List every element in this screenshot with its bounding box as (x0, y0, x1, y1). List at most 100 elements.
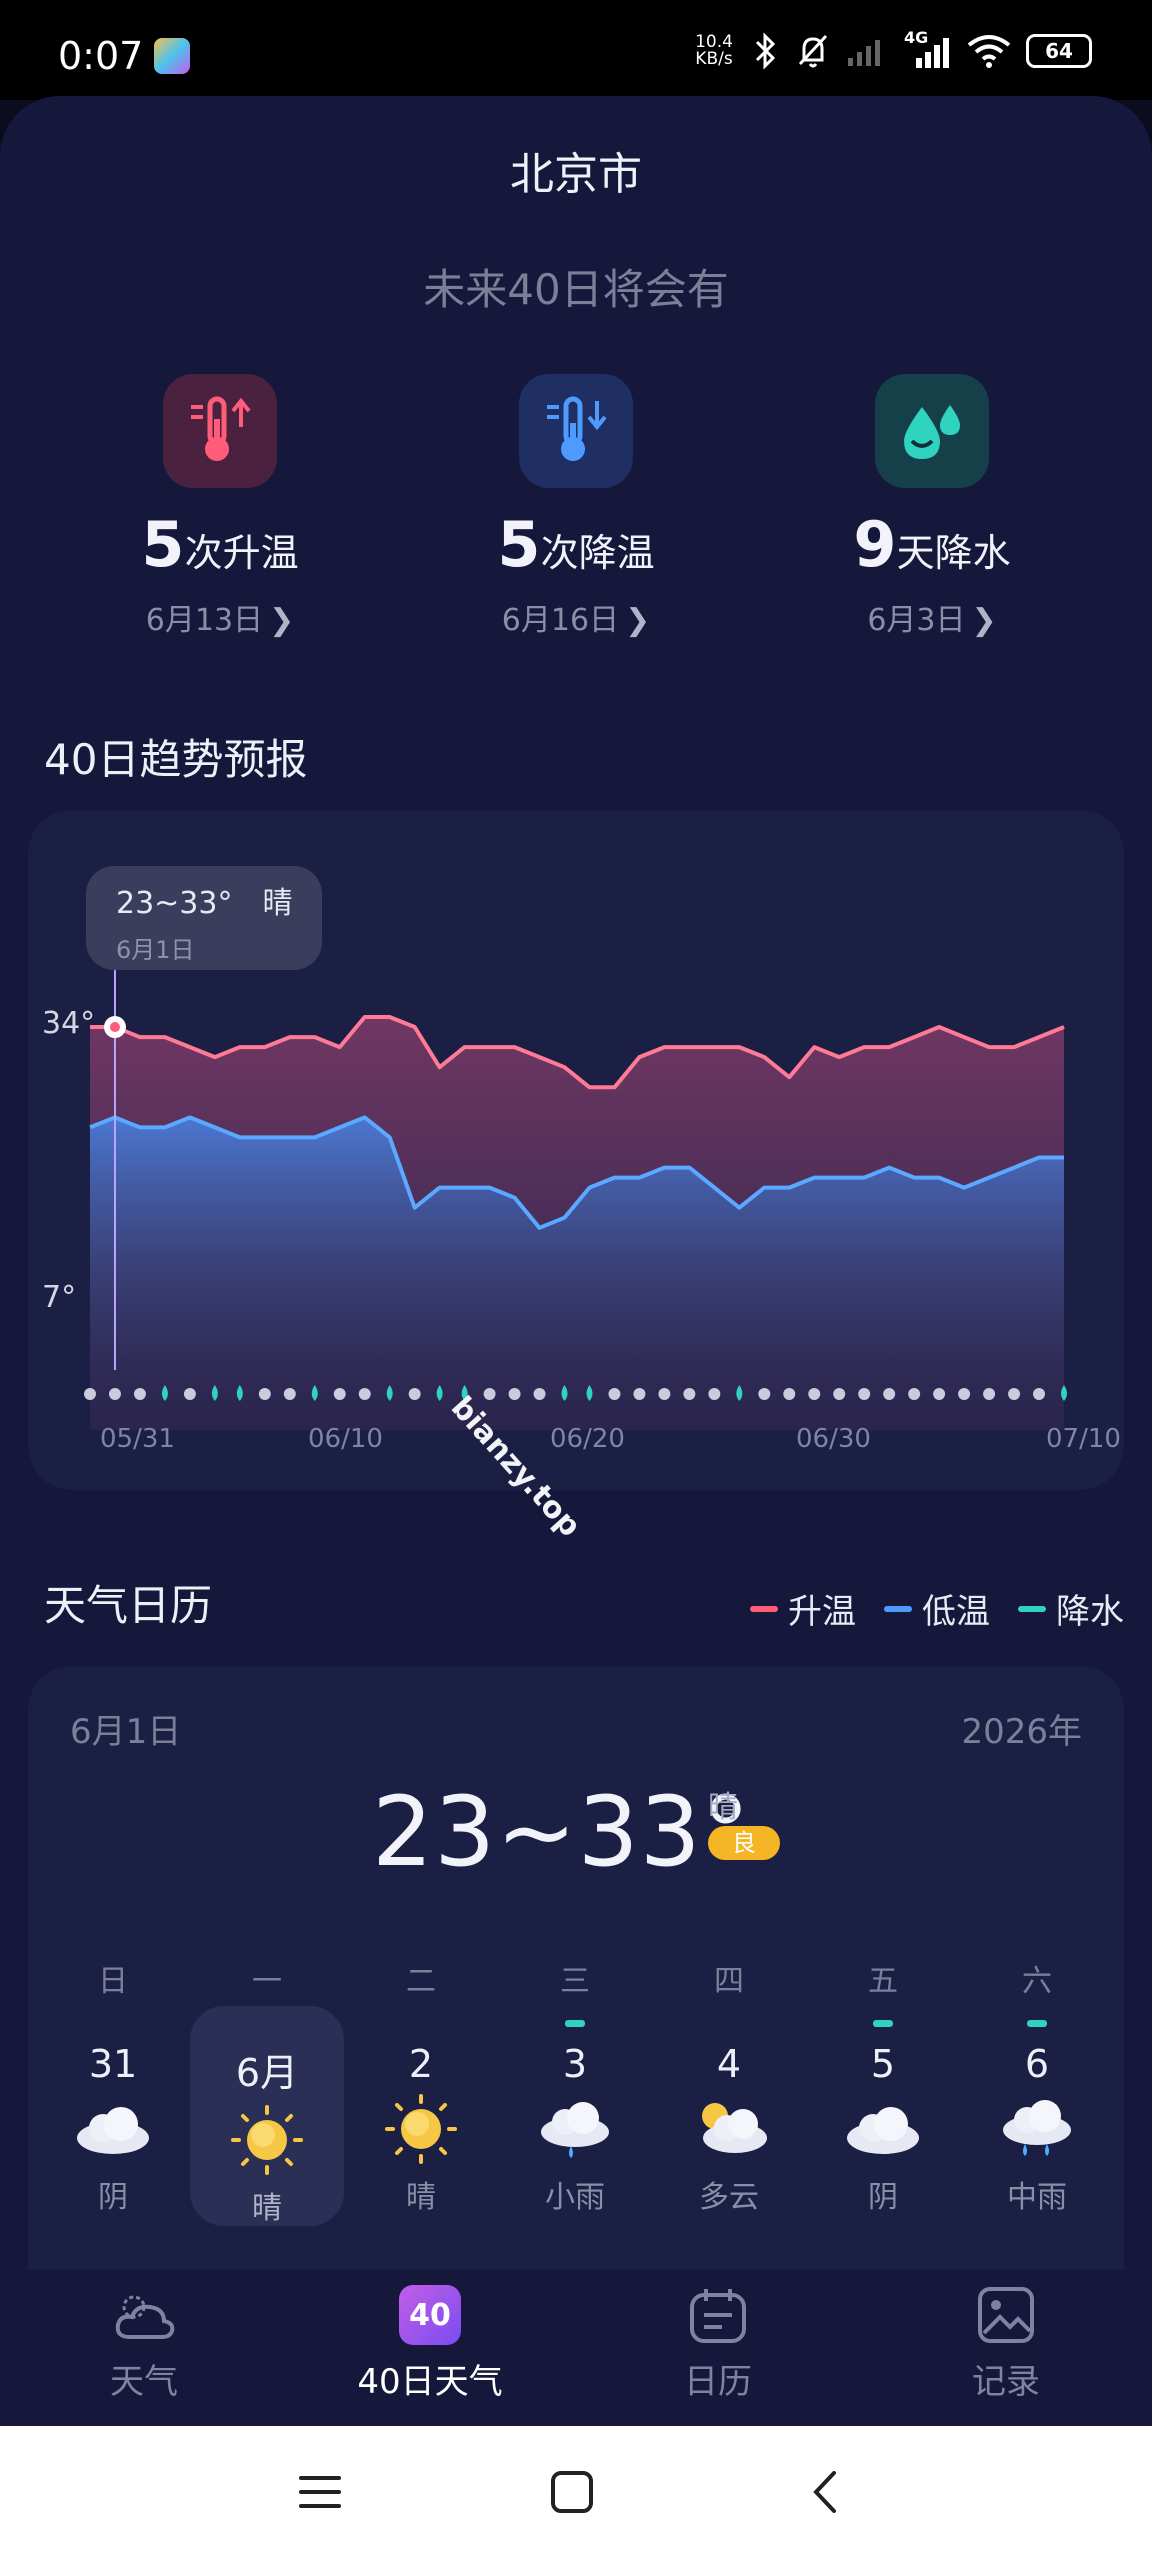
dry-day-dot (883, 1388, 896, 1400)
chevron-right-icon: ❯ (269, 603, 295, 638)
weekday-label: 二 (406, 1964, 436, 1999)
weekday-label: 三 (560, 1964, 590, 1999)
dry-day-dot (258, 1388, 271, 1400)
weekday-label: 四 (714, 1964, 744, 1999)
sun-icon (231, 2105, 303, 2175)
dry-day-dot (133, 1388, 146, 1400)
back-icon[interactable] (796, 2462, 856, 2522)
dry-day-dot (408, 1388, 421, 1400)
x-tick-label: 06/20 (550, 1424, 625, 1454)
dry-day-dot (783, 1388, 796, 1400)
dry-day-dot (1008, 1388, 1021, 1400)
nav-tab-calendar[interactable]: 日历 (618, 2280, 818, 2403)
app-notification-icon (154, 38, 190, 74)
calendar-day[interactable]: 6 中雨 (960, 2006, 1114, 2226)
x-tick-label: 06/10 (308, 1424, 383, 1454)
trend-chart-card[interactable]: 23~33° 晴 6月1日 34° 7° 05/31 06/10 06/20 06… (28, 810, 1124, 1490)
calendar-year[interactable]: 2026年 (961, 1704, 1082, 1753)
forecast-subtitle: 未来40日将会有 (423, 265, 729, 314)
y-tick-label: 34° (42, 1006, 96, 1041)
dry-day-dot (108, 1388, 121, 1400)
dry-day-dot (658, 1388, 671, 1400)
menu-icon[interactable] (290, 2462, 350, 2522)
stat-rain-days[interactable]: 9天降水 6月3日 ❯ (782, 374, 1082, 639)
selected-point-center (109, 1022, 120, 1033)
rain-indicator (873, 2020, 893, 2027)
weekday-label: 日 (98, 1964, 128, 1999)
nav-tab-40-day[interactable]: 40 40日天气 (330, 2280, 530, 2403)
signal-4g-icon: 4G (904, 28, 952, 70)
legend-item-warming: 升温 (750, 1584, 856, 1633)
calendar-selected-date: 6月1日 (70, 1712, 182, 1752)
calendar-icon (682, 2280, 754, 2350)
x-tick-label: 06/30 (796, 1424, 871, 1454)
chart-tooltip: 23~33° 晴 6月1日 (86, 866, 322, 970)
weekday-label: 五 (868, 1964, 898, 1999)
dry-day-dot (183, 1388, 196, 1400)
chevron-right-icon: ❯ (625, 603, 651, 638)
cloud-icon (77, 2107, 149, 2154)
thermometer-down-icon (519, 374, 633, 488)
calendar-day[interactable]: 31 阴 (36, 2006, 190, 2226)
rain-indicator (1027, 2020, 1047, 2027)
main-panel: 北京市 未来40日将会有 5次升温 6月13日 ❯ 5次降温 6月16日 ❯ 9… (0, 96, 1152, 2426)
battery-indicator: 64 (1026, 34, 1092, 68)
dry-day-dot (983, 1388, 996, 1400)
thermometer-up-icon (163, 374, 277, 488)
calendar-legend: 升温 低温 降水 (750, 1584, 1124, 1633)
calendar-day[interactable]: 3 小雨 (498, 2006, 652, 2226)
dry-day-dot (933, 1388, 946, 1400)
weekday-label: 一 (252, 1964, 282, 1999)
calendar-day[interactable]: 5 阴 (806, 2006, 960, 2226)
dry-day-dot (758, 1388, 771, 1400)
calendar-temp-range: 23~33° (372, 1776, 751, 1888)
trend-section-title: 40日趋势预报 (44, 735, 308, 784)
chevron-right-icon: ❯ (971, 603, 997, 638)
nav-tab-weather[interactable]: 天气 (44, 2280, 244, 2403)
dry-day-dot (833, 1388, 846, 1400)
partly-cloudy-icon (702, 2103, 767, 2153)
aqi-badge: 良 (708, 1826, 780, 1860)
rain-indicator (565, 2020, 585, 2027)
dry-day-dot (633, 1388, 646, 1400)
moderate-rain-icon (1003, 2100, 1071, 2156)
dry-day-dot (358, 1388, 371, 1400)
dry-day-dot (708, 1388, 721, 1400)
dry-day-dot (808, 1388, 821, 1400)
calendar-section-title: 天气日历 (44, 1581, 213, 1630)
x-tick-label: 07/10 (1046, 1424, 1121, 1454)
legend-item-low: 低温 (884, 1584, 990, 1633)
dry-day-dot (333, 1388, 346, 1400)
system-navigation-bar (0, 2426, 1152, 2560)
legend-item-rain: 降水 (1018, 1584, 1124, 1633)
signal-weak-icon (848, 40, 880, 66)
sun-icon (385, 2094, 457, 2164)
dry-day-dot (483, 1388, 496, 1400)
water-drops-icon (875, 374, 989, 488)
dry-day-dot (858, 1388, 871, 1400)
calendar-day[interactable]: 4 多云 (652, 2006, 806, 2226)
nav-tab-records[interactable]: 记录 (906, 2280, 1106, 2403)
calendar-weather: 晴 (708, 1790, 738, 1825)
wifi-icon (967, 35, 1011, 68)
stat-cooling[interactable]: 5次降温 6月16日 ❯ (426, 374, 726, 639)
dry-day-dot (608, 1388, 621, 1400)
status-time: 0:07 (58, 34, 144, 78)
dry-day-dot (508, 1388, 521, 1400)
dry-day-dot (908, 1388, 921, 1400)
light-rain-icon (541, 2102, 609, 2158)
cloud-icon (847, 2107, 919, 2154)
dry-day-dot (533, 1388, 546, 1400)
city-title[interactable]: 北京市 (0, 138, 1152, 202)
home-icon[interactable] (542, 2462, 602, 2522)
stat-warming[interactable]: 5次升温 6月13日 ❯ (70, 374, 370, 639)
calendar-day[interactable]: 2 晴 (344, 2006, 498, 2226)
bottom-navigation: 天气 40 40日天气 日历 记录 (0, 2270, 1152, 2426)
dry-day-dot (84, 1388, 96, 1400)
status-bar: 0:07 10.4 KB/s 4G 64 (0, 0, 1152, 100)
bluetooth-icon (755, 32, 776, 70)
weekday-label: 六 (1022, 1964, 1052, 1999)
y-tick-label: 7° (42, 1280, 77, 1315)
calendar-day-selected[interactable]: 6月 晴 (190, 2006, 344, 2226)
gallery-icon (970, 2280, 1042, 2350)
